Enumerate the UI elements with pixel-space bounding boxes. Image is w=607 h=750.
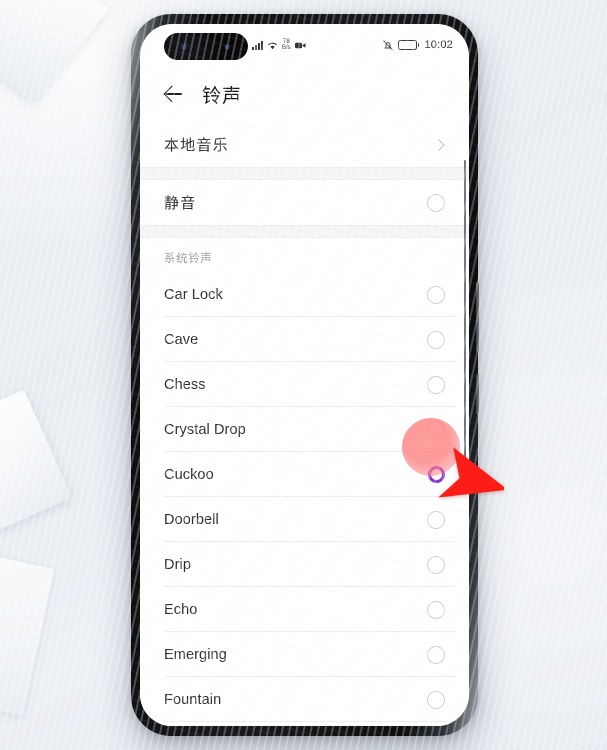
camera-lens-right	[225, 44, 229, 49]
radio-button[interactable]	[427, 600, 445, 619]
background-paper-mid-left	[0, 389, 72, 537]
volume-button[interactable]	[476, 282, 479, 352]
app-bar: 铃声	[140, 66, 469, 122]
section-header-system-ringtones: 系统铃声	[140, 238, 469, 272]
list-item-ringtone[interactable]: Emerging	[140, 632, 469, 677]
background-paper-top-left	[0, 0, 110, 104]
list-item-label: Chess	[164, 376, 206, 393]
signal-bars-icon	[252, 40, 263, 50]
list-item-ringtone[interactable]: Hand Drum	[140, 722, 469, 726]
list-item-silent[interactable]: 静音	[140, 180, 469, 225]
list-item-label: Crystal Drop	[164, 421, 246, 438]
battery-icon	[397, 40, 420, 50]
network-speed-indicator: 78 B/s	[282, 39, 291, 51]
scrollbar-thumb[interactable]	[463, 160, 466, 460]
ringtone-list[interactable]: 本地音乐 静音 系统铃声 Car Lock Cave Chess Crystal…	[140, 122, 469, 726]
list-item-ringtone[interactable]: Doorbell	[140, 497, 469, 542]
list-item-ringtone[interactable]: Echo	[140, 587, 469, 632]
radio-button[interactable]	[427, 555, 445, 574]
list-item-label: Drip	[164, 556, 191, 573]
power-button[interactable]	[476, 374, 479, 414]
status-bar-clock: 10:02	[424, 39, 453, 51]
list-item-ringtone[interactable]: Crystal Drop	[140, 407, 469, 452]
list-item-local-music[interactable]: 本地音乐	[140, 122, 469, 167]
radio-button[interactable]	[427, 285, 445, 304]
list-item-label: Emerging	[164, 646, 227, 663]
list-item-ringtone[interactable]: Chess	[140, 362, 469, 407]
network-speed-unit: B/s	[282, 45, 291, 51]
back-arrow-icon[interactable]	[162, 83, 184, 105]
section-header-label: 系统铃声	[164, 253, 213, 265]
list-item-label: Cave	[164, 331, 199, 348]
list-item-label: Fountain	[164, 691, 222, 708]
section-gap	[140, 225, 469, 238]
list-item-label: 本地音乐	[164, 137, 229, 154]
list-item-ringtone-selected[interactable]: Cuckoo	[140, 452, 469, 497]
page-title: 铃声	[202, 85, 243, 107]
list-item-label: Cuckoo	[164, 466, 214, 483]
list-item-ringtone[interactable]: Fountain	[140, 677, 469, 722]
battery-body	[397, 40, 417, 50]
wifi-icon	[267, 41, 278, 50]
radio-button[interactable]	[427, 193, 445, 212]
radio-button[interactable]	[427, 420, 445, 439]
section-gap	[140, 167, 469, 180]
phone-screen: 78 B/s 10:02 铃声 本地音乐 静音 系统铃声 Car Lock Ca…	[140, 24, 469, 726]
list-item-label: 静音	[164, 195, 197, 212]
phone-device: 78 B/s 10:02 铃声 本地音乐 静音 系统铃声 Car Lock Ca…	[131, 14, 479, 736]
list-item-label: Echo	[164, 601, 198, 618]
list-item-ringtone[interactable]: Drip	[140, 542, 469, 587]
radio-button[interactable]	[427, 690, 445, 709]
battery-cap	[417, 43, 420, 47]
list-item-label: Car Lock	[164, 286, 223, 303]
front-camera-cutout	[164, 33, 248, 60]
status-bar: 78 B/s 10:02	[140, 24, 469, 66]
status-bar-left-icons: 78 B/s	[252, 39, 306, 51]
status-bar-right-icons: 10:02	[383, 39, 453, 51]
radio-button[interactable]	[427, 330, 445, 349]
chevron-right-icon	[433, 138, 445, 151]
video-camera-icon	[294, 42, 306, 49]
list-item-ringtone[interactable]: Cave	[140, 317, 469, 362]
camera-lens-left	[182, 44, 186, 49]
radio-button[interactable]	[427, 375, 445, 394]
list-item-label: Doorbell	[164, 511, 219, 528]
radio-button[interactable]	[427, 645, 445, 664]
scene-background: 78 B/s 10:02 铃声 本地音乐 静音 系统铃声 Car Lock Ca…	[0, 0, 607, 750]
radio-button-selected[interactable]	[428, 466, 445, 483]
radio-button[interactable]	[427, 510, 445, 529]
list-item-ringtone[interactable]: Car Lock	[140, 272, 469, 317]
bell-off-icon	[383, 39, 393, 51]
background-paper-bottom-left	[0, 546, 55, 716]
